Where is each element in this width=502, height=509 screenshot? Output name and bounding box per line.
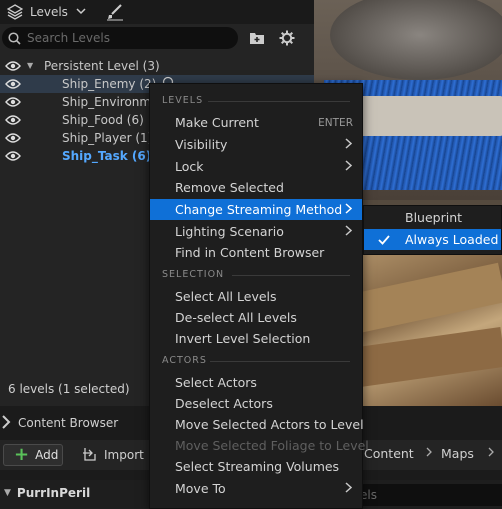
tree-row-label: Ship_Task (6) *	[62, 149, 162, 163]
shortcut-label: ENTER	[318, 116, 353, 129]
viewport-plate	[344, 96, 502, 136]
eye-icon[interactable]	[5, 60, 21, 72]
add-level-button[interactable]	[246, 28, 268, 48]
tree-row-label: Ship_Player (1)	[62, 131, 153, 145]
menu-item-label: Move Selected Actors to Level	[175, 417, 364, 432]
import-icon	[82, 447, 98, 464]
content-search-input[interactable]: els	[354, 484, 502, 506]
menu-divider	[232, 275, 350, 276]
menu-item-move-selected-foliage: Move Selected Foliage to Level	[150, 435, 369, 456]
levels-tab-label: Levels	[30, 5, 68, 19]
brush-icon	[107, 4, 123, 21]
tree-row-label: Ship_Food (6)	[62, 113, 144, 127]
expand-triangle-icon[interactable]: ▼	[4, 488, 11, 498]
menu-divider	[208, 101, 350, 102]
submenu-arrow-icon	[345, 203, 353, 217]
content-tree-root[interactable]: ▼ PurrInPeril	[0, 486, 90, 500]
submenu-arrow-icon	[345, 138, 353, 152]
gear-icon	[279, 30, 295, 46]
submenu-item-always-loaded[interactable]: Always Loaded	[364, 229, 501, 250]
breadcrumb-maps[interactable]: Maps	[441, 446, 474, 461]
content-browser-icon	[2, 414, 12, 432]
menu-item-lock[interactable]: Lock	[150, 156, 362, 177]
tree-row-label: Persistent Level (3)	[44, 59, 160, 73]
menu-item-remove-selected[interactable]: Remove Selected	[150, 177, 362, 198]
levels-search-input[interactable]	[27, 31, 227, 45]
menu-item-change-streaming-method[interactable]: Change Streaming Method	[150, 199, 362, 220]
plus-icon: +	[14, 444, 30, 465]
levels-context-menu: LEVELS Make Current ENTER Visibility Loc…	[149, 83, 369, 509]
breadcrumb-content[interactable]: Content	[364, 446, 414, 461]
menu-item-label: Select Streaming Volumes	[175, 459, 340, 474]
menu-item-select-streaming-volumes[interactable]: Select Streaming Volumes	[150, 456, 362, 477]
menu-item-visibility[interactable]: Visibility	[150, 134, 362, 155]
chevron-right-icon	[426, 446, 432, 460]
expand-triangle-icon[interactable]: ▼	[27, 61, 33, 70]
levels-search-row	[0, 26, 314, 50]
menu-item-make-current[interactable]: Make Current ENTER	[150, 112, 362, 133]
levels-icon	[6, 3, 24, 21]
add-button-label: Add	[35, 448, 59, 462]
eye-icon[interactable]	[5, 96, 21, 108]
eye-icon[interactable]	[5, 114, 21, 126]
import-button[interactable]: Import	[82, 444, 144, 466]
menu-item-label: Make Current	[175, 115, 259, 130]
menu-item-select-all-levels[interactable]: Select All Levels	[150, 286, 362, 307]
menu-item-label: Remove Selected	[175, 180, 284, 195]
search-icon	[8, 31, 21, 45]
menu-item-label: Move Selected Foliage to Level	[175, 438, 369, 453]
submenu-arrow-icon	[345, 482, 353, 496]
levels-settings-button[interactable]	[276, 28, 298, 48]
menu-item-label: Select All Levels	[175, 289, 277, 304]
menu-divider	[210, 361, 350, 362]
menu-item-deselect-actors[interactable]: Deselect Actors	[150, 393, 362, 414]
tree-row-persistent-level[interactable]: ▼ Persistent Level (3)	[0, 57, 314, 75]
menu-item-label: Invert Level Selection	[175, 331, 311, 346]
content-browser-tab-label: Content Browser	[18, 416, 119, 430]
menu-item-label: Move To	[175, 481, 226, 496]
add-button[interactable]: + Add	[3, 444, 63, 466]
folder-add-icon	[250, 33, 264, 44]
menu-item-label: Find in Content Browser	[175, 245, 325, 260]
content-tree-root-label: PurrInPeril	[16, 486, 91, 500]
levels-search-box[interactable]	[2, 27, 238, 49]
menu-item-select-actors[interactable]: Select Actors	[150, 372, 362, 393]
menu-section-actors: ACTORS	[162, 355, 207, 366]
eye-icon[interactable]	[5, 150, 21, 162]
menu-item-label: Deselect Actors	[175, 396, 273, 411]
levels-tab[interactable]: Levels	[0, 0, 86, 24]
submenu-item-label: Blueprint	[405, 210, 463, 225]
submenu-item-blueprint[interactable]: Blueprint	[364, 207, 501, 228]
menu-item-move-selected-actors[interactable]: Move Selected Actors to Level	[150, 414, 364, 435]
import-button-label: Import	[104, 448, 144, 462]
menu-item-deselect-all-levels[interactable]: De-select All Levels	[150, 307, 362, 328]
menu-section-levels: LEVELS	[162, 95, 204, 106]
menu-item-invert-level-selection[interactable]: Invert Level Selection	[150, 328, 362, 349]
streaming-method-submenu: Blueprint Always Loaded	[363, 205, 502, 255]
menu-item-find-in-content-browser[interactable]: Find in Content Browser	[150, 242, 362, 263]
content-browser-tab[interactable]: Content Browser	[0, 412, 118, 434]
menu-item-label: Visibility	[175, 137, 228, 152]
menu-item-move-to[interactable]: Move To	[150, 478, 362, 499]
menu-item-label: Lock	[175, 159, 204, 174]
checkmark-icon	[378, 233, 390, 248]
menu-section-selection: SELECTION	[162, 269, 225, 280]
eye-icon[interactable]	[5, 132, 21, 144]
submenu-arrow-icon	[345, 160, 353, 174]
submenu-item-label: Always Loaded	[405, 232, 499, 247]
menu-item-label: De-select All Levels	[175, 310, 297, 325]
levels-header: Levels	[0, 0, 314, 24]
eye-icon[interactable]	[5, 78, 21, 90]
chevron-right-icon	[488, 446, 494, 460]
chevron-down-icon	[76, 7, 86, 18]
level-brush-button[interactable]	[104, 2, 126, 22]
menu-item-label: Change Streaming Method	[175, 202, 343, 217]
menu-item-label: Select Actors	[175, 375, 257, 390]
menu-item-label: Lighting Scenario	[175, 224, 284, 239]
tree-row-label: Ship_Enemy (2)	[62, 77, 157, 91]
submenu-arrow-icon	[345, 225, 353, 239]
menu-item-lighting-scenario[interactable]: Lighting Scenario	[150, 221, 362, 242]
